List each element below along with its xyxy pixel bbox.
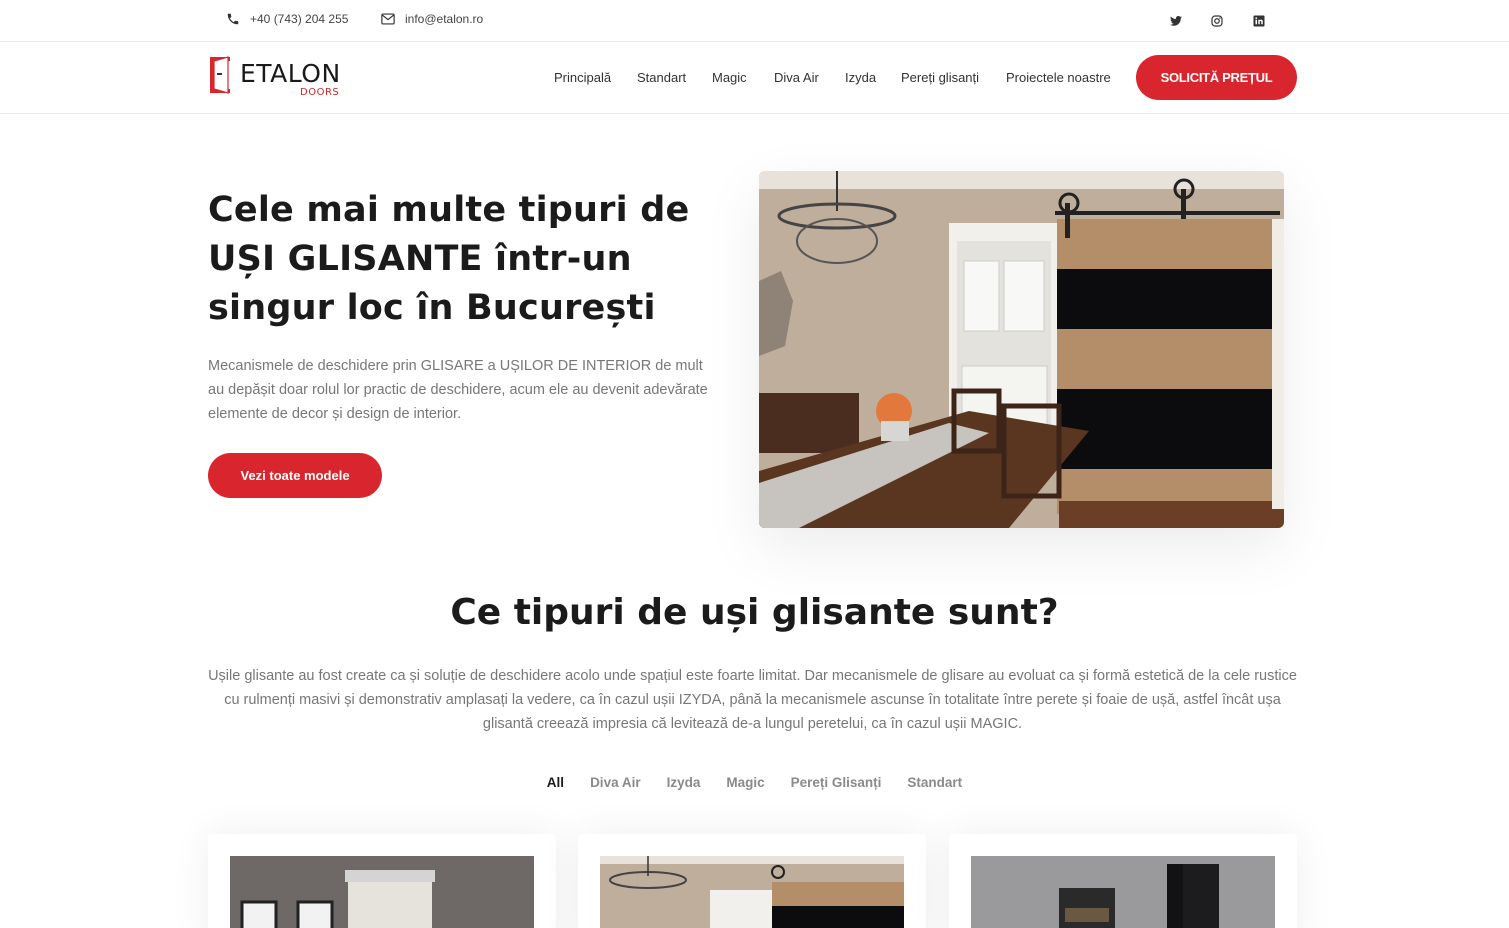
etalon-logo[interactable]: ETALON DOORS [208,55,348,101]
instagram-icon[interactable] [1209,13,1225,29]
hero-title: Cele mai multe tipuri de UȘI GLISANTE în… [208,190,690,328]
filter-izyda[interactable]: Izyda [667,775,701,790]
logo-subtitle: DOORS [300,87,340,98]
section-title: Ce tipuri de uși glisante sunt? [450,592,1059,633]
filter-magic[interactable]: Magic [726,775,764,790]
twitter-icon[interactable] [1168,13,1184,29]
filter-diva-air[interactable]: Diva Air [590,775,641,790]
nav-izyda[interactable]: Izyda [845,70,876,85]
section-description: Ușile glisante au fost create ca și solu… [208,668,1297,732]
nav-standart[interactable]: Standart [637,70,686,85]
nav-diva-air[interactable]: Diva Air [774,70,819,85]
view-all-models-button[interactable]: Vezi toate modele [208,453,382,498]
nav-pereti-glisanti[interactable]: Pereți glisanți [901,70,979,85]
email-address: info@etalon.ro [405,12,484,26]
top-bar: +40 (743) 204 255 info@etalon.ro [0,0,1509,42]
product-image [600,856,904,928]
filter-pereti-glisanti[interactable]: Pereți Glisanți [791,775,882,790]
hero-image-sliding-barn-door [759,171,1284,528]
product-card[interactable] [578,834,926,928]
logo-door-mark [210,56,230,94]
linkedin-icon[interactable] [1251,13,1267,29]
product-card[interactable] [949,834,1297,928]
main-header: ETALON DOORS Principală Standart Magic D… [0,42,1509,114]
request-price-button[interactable]: SOLICITĂ PREȚUL [1136,55,1297,100]
phone-contact[interactable]: +40 (743) 204 255 [226,12,348,26]
product-image [971,856,1275,928]
hero-description: Mecanismele de deschidere prin GLISARE a… [208,358,708,422]
nav-proiectele-noastre[interactable]: Proiectele noastre [1006,70,1111,85]
phone-number: +40 (743) 204 255 [250,12,349,26]
portfolio-filters: All Diva Air Izyda Magic Pereți Glisanți… [0,775,1509,790]
email-contact[interactable]: info@etalon.ro [381,12,483,26]
phone-icon [227,13,239,25]
product-image [230,856,534,928]
nav-principala[interactable]: Principală [554,70,611,85]
filter-all[interactable]: All [547,775,564,790]
envelope-icon [381,13,395,25]
filter-standart[interactable]: Standart [907,775,962,790]
logo-wordmark: ETALON [240,59,341,88]
product-card[interactable] [208,834,556,928]
nav-magic[interactable]: Magic [712,70,747,85]
